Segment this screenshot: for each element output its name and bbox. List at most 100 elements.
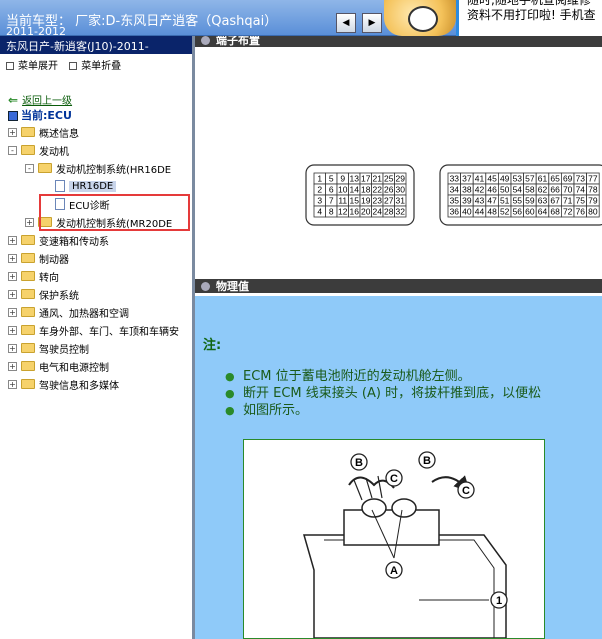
terminal-number: 6 <box>329 185 334 195</box>
connector-diagram: 1 5 9 13 17 21 25 29 2 6 10 14 18 22 26 30 3 7 11 15 19 23 27 3… <box>203 66 602 263</box>
tree-item[interactable]: + 概述信息 <box>0 123 192 141</box>
terminal-number: 7 <box>329 196 334 206</box>
connector-svg: 1 5 9 13 17 21 25 292 6 10 14 18 22 26 303 7 11 15 19 23 27 3… <box>305 164 602 226</box>
terminal-number: 57 <box>525 174 535 184</box>
expand-menu-button[interactable]: 菜单展开 <box>6 61 58 72</box>
nav-prev-icon: ◀ <box>342 18 350 28</box>
terminal-number: 67 <box>550 196 560 206</box>
terminal-number: 19 <box>361 196 371 206</box>
sidebar: 东风日产-新逍客(J10)-2011- 菜单展开 菜单折叠 ⇐ 返回上一级 当前:… <box>0 36 195 639</box>
tree-item[interactable]: + 驾驶员控制 <box>0 339 192 357</box>
terminal-number: 65 <box>550 174 560 184</box>
nav-next-button[interactable]: ▶ <box>362 13 382 33</box>
expand-node-icon[interactable]: + <box>25 217 34 227</box>
nav-prev-button[interactable]: ◀ <box>336 13 356 33</box>
folder-icon <box>21 145 35 155</box>
terminal-number: 32 <box>396 207 406 217</box>
expand-node-icon[interactable]: + <box>8 271 17 281</box>
terminal-number: 36 <box>450 207 460 217</box>
expand-node-icon[interactable]: + <box>8 343 17 353</box>
expand-node-icon[interactable]: + <box>8 235 17 245</box>
expand-node-icon[interactable]: + <box>8 127 17 137</box>
collapse-node-icon[interactable]: - <box>25 163 34 173</box>
expand-node-icon[interactable]: + <box>8 361 17 371</box>
expand-node-icon[interactable]: + <box>8 253 17 263</box>
terminal-number: 3 <box>317 196 322 206</box>
tree-item[interactable]: + 车身外部、车门、车顶和车辆安 <box>0 321 192 339</box>
callout-a: A <box>390 565 398 577</box>
section1-title: 端子布置 <box>216 36 260 47</box>
expand-icon <box>6 62 14 70</box>
terminal-number: 27 <box>384 196 394 206</box>
ad-banner[interactable]: 随时,随地手机查阅维修 资料不用打印啦! 手机查 <box>456 0 602 36</box>
terminal-number: 51 <box>500 196 510 206</box>
terminal-number: 78 <box>588 185 598 195</box>
tree-item[interactable]: + 变速箱和传动系 <box>0 231 192 249</box>
collapse-icon <box>69 62 78 70</box>
section2-title: 物理值 <box>216 280 249 293</box>
collapse-menu-button[interactable]: 菜单折叠 <box>69 61 121 72</box>
note-item: ECM 位于蓄电池附近的发动机舱左侧。 <box>225 368 602 385</box>
terminal-number: 45 <box>487 174 497 184</box>
note-label: 注: <box>203 338 222 353</box>
terminal-number: 40 <box>462 207 472 217</box>
folder-icon <box>21 325 35 335</box>
tree-item[interactable]: HR16DE <box>0 177 192 195</box>
tree-item[interactable]: + 通风、加热器和空调 <box>0 303 192 321</box>
terminal-number: 29 <box>396 174 406 184</box>
terminal-number: 23 <box>373 196 383 206</box>
back-arrow-icon: ⇐ <box>8 93 19 107</box>
tree-item[interactable]: + 转向 <box>0 267 192 285</box>
folder-icon <box>21 127 35 137</box>
tree-item[interactable]: + 驾驶信息和多媒体 <box>0 375 192 393</box>
terminal-number: 1 <box>317 174 322 184</box>
folder-icon <box>21 253 35 263</box>
terminal-number: 18 <box>361 185 371 195</box>
terminal-number: 80 <box>588 207 598 217</box>
terminal-number: 53 <box>513 174 523 184</box>
expand-node-icon[interactable]: + <box>8 325 17 335</box>
expand-node-icon[interactable]: + <box>8 289 17 299</box>
tree-item-label: 驾驶信息和多媒体 <box>39 380 119 392</box>
expand-node-icon[interactable]: + <box>8 379 17 389</box>
note-text-1: ECM 位于蓄电池附近的发动机舱左侧。 <box>243 369 471 384</box>
terminal-number: 50 <box>500 185 510 195</box>
collapse-node-icon[interactable]: - <box>8 145 17 155</box>
terminal-number: 77 <box>588 174 598 184</box>
terminal-number: 30 <box>396 185 406 195</box>
terminal-number: 72 <box>563 207 573 217</box>
terminal-number: 59 <box>525 196 535 206</box>
terminal-number: 31 <box>396 196 406 206</box>
tree-item[interactable]: + 保护系统 <box>0 285 192 303</box>
terminal-number: 73 <box>576 174 586 184</box>
tree-item[interactable]: - 发动机 <box>0 141 192 159</box>
terminal-number: 69 <box>563 174 573 184</box>
folder-icon <box>21 361 35 371</box>
terminal-number: 10 <box>338 185 348 195</box>
tree-item-label: 概述信息 <box>39 128 79 140</box>
terminal-number: 4 <box>317 207 322 217</box>
terminal-number: 26 <box>384 185 394 195</box>
terminal-number: 25 <box>384 174 394 184</box>
terminal-number: 46 <box>487 185 497 195</box>
section-header-physical: 物理值 <box>195 279 602 293</box>
expand-node-icon[interactable]: + <box>8 307 17 317</box>
folder-icon <box>21 343 35 353</box>
terminal-number: 17 <box>361 174 371 184</box>
terminal-number: 56 <box>513 207 523 217</box>
terminal-number: 58 <box>525 185 535 195</box>
terminal-number: 49 <box>500 174 510 184</box>
tree-item[interactable]: + 电气和电源控制 <box>0 357 192 375</box>
terminal-number: 60 <box>525 207 535 217</box>
tree-item[interactable]: - 发动机控制系统(HR16DE <box>0 159 192 177</box>
terminal-number: 33 <box>450 174 460 184</box>
tree-item-label: 转向 <box>39 272 59 284</box>
current-location: 当前:ECU <box>0 107 192 123</box>
terminal-number: 5 <box>329 174 334 184</box>
tree-item[interactable]: + 制动器 <box>0 249 192 267</box>
terminal-number: 9 <box>340 174 345 184</box>
nav-next-icon: ▶ <box>368 18 376 28</box>
note-text-2: 断开 ECM 线束接头 (A) 时，将拔杆推到底，以便松 <box>243 386 542 401</box>
section-bullet-icon <box>201 36 210 45</box>
back-link[interactable]: 返回上一级 <box>22 96 72 107</box>
